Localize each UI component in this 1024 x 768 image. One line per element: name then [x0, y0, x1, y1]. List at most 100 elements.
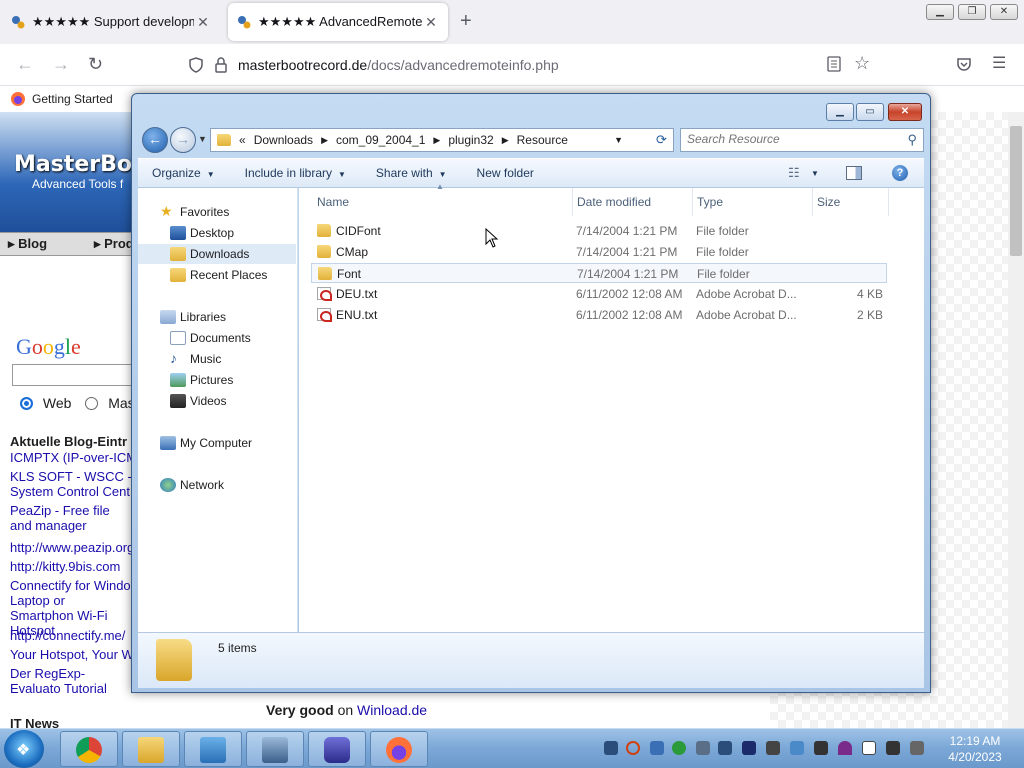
search-input[interactable]: [687, 132, 897, 146]
column-header-type[interactable]: Type: [693, 188, 813, 216]
tray-film-icon[interactable]: [766, 741, 780, 755]
tray-app-icon[interactable]: [650, 741, 664, 755]
new-folder-button[interactable]: New folder: [477, 166, 534, 180]
share-with-button[interactable]: Share with ▼: [376, 166, 447, 180]
breadcrumb-com_09_2004_1[interactable]: com_09_2004_1: [336, 133, 425, 147]
forward-arrow-icon[interactable]: →: [52, 54, 70, 75]
nav-desktop[interactable]: Desktop: [138, 223, 296, 243]
file-row[interactable]: DEU.txt 6/11/2002 12:08 AM Adobe Acrobat…: [311, 284, 887, 304]
network-status-icon[interactable]: [886, 741, 900, 755]
file-row[interactable]: Font 7/14/2004 1:21 PM File folder: [311, 263, 887, 283]
column-header-size[interactable]: Size: [813, 188, 889, 216]
search-icon[interactable]: ⚲: [907, 132, 917, 148]
tray-umbrella-icon[interactable]: [838, 741, 852, 755]
nav-my-computer[interactable]: My Computer: [138, 433, 296, 453]
reload-icon[interactable]: ↻: [88, 54, 103, 75]
column-header-date[interactable]: Date modified: [573, 188, 693, 216]
shield-icon[interactable]: [188, 57, 204, 73]
close-tab-icon[interactable]: ✕: [194, 14, 212, 31]
reader-view-icon[interactable]: [827, 56, 841, 72]
winload-link[interactable]: Winload.de: [357, 702, 427, 718]
browser-tab-advancedremoteinfo[interactable]: ★★★★★ AdvancedRemoteInfo ✕: [228, 3, 448, 41]
chevron-right-icon[interactable]: ▶: [433, 135, 440, 146]
nav-recent-places[interactable]: Recent Places: [138, 265, 296, 285]
forward-arrow-icon[interactable]: →: [170, 127, 196, 153]
taskbar-chrome[interactable]: [60, 731, 118, 767]
view-options-icon[interactable]: ☷: [788, 165, 800, 181]
nav-libraries[interactable]: Libraries: [138, 307, 296, 327]
browser-minimize-button[interactable]: ▁: [926, 4, 954, 20]
browser-close-button[interactable]: ✕: [990, 4, 1018, 20]
breadcrumb-resource[interactable]: Resource: [517, 133, 568, 147]
explorer-maximize-button[interactable]: ▭: [856, 103, 884, 121]
nav-videos[interactable]: Videos: [138, 391, 296, 411]
blog-link[interactable]: PeaZip - Free file and manager: [10, 503, 132, 533]
preview-pane-icon[interactable]: [846, 166, 862, 180]
view-dropdown-icon[interactable]: ▼: [811, 169, 819, 178]
nav-network[interactable]: Network: [138, 475, 296, 495]
taskbar-app-check[interactable]: [184, 731, 242, 767]
url-bar[interactable]: masterbootrecord.de/docs/advancedremotei…: [180, 50, 880, 80]
action-center-flag-icon[interactable]: [862, 741, 876, 755]
radio-master[interactable]: [85, 397, 99, 410]
taskbar-firefox[interactable]: [370, 731, 428, 767]
browser-tab-support[interactable]: ★★★★★ Support development ✕: [2, 3, 220, 41]
breadcrumb-downloads[interactable]: Downloads: [254, 133, 313, 147]
browser-maximize-button[interactable]: ❐: [958, 4, 986, 20]
radio-web[interactable]: [20, 397, 33, 410]
file-row[interactable]: ENU.txt 6/11/2002 12:08 AM Adobe Acrobat…: [311, 305, 887, 325]
page-scrollbar-thumb[interactable]: [1010, 126, 1022, 256]
blog-link[interactable]: Der RegExp-Evaluato Tutorial: [10, 666, 132, 696]
file-row[interactable]: CMap 7/14/2004 1:21 PM File folder: [311, 242, 887, 262]
site-logo[interactable]: MasterBoo: [14, 152, 147, 177]
pocket-icon[interactable]: [956, 56, 972, 72]
file-date: 6/11/2002 12:08 AM: [576, 308, 683, 322]
nav-documents[interactable]: Documents: [138, 328, 296, 348]
nav-favorites[interactable]: ★ Favorites: [138, 202, 296, 222]
bookmark-getting-started[interactable]: Getting Started: [32, 92, 113, 106]
explorer-close-button[interactable]: ✕: [888, 103, 922, 121]
taskbar-explorer[interactable]: [122, 731, 180, 767]
menu-item-products[interactable]: ▸ Prod: [94, 233, 134, 255]
tray-chat-icon[interactable]: [672, 741, 686, 755]
include-in-library-button[interactable]: Include in library ▼: [245, 166, 346, 180]
explorer-minimize-button[interactable]: ▁: [826, 103, 854, 121]
address-bar[interactable]: « Downloads ▶ com_09_2004_1 ▶ plugin32 ▶…: [210, 128, 654, 152]
chevron-right-icon[interactable]: ▶: [502, 135, 509, 146]
organize-button[interactable]: Organize ▼: [152, 166, 215, 180]
refresh-icon[interactable]: ⟳: [650, 128, 674, 152]
bookmark-star-icon[interactable]: ☆: [854, 53, 870, 74]
system-clock[interactable]: 12:19 AM 4/20/2023: [940, 733, 1010, 765]
close-tab-icon[interactable]: ✕: [422, 14, 440, 31]
file-row[interactable]: CIDFont 7/14/2004 1:21 PM File folder: [311, 221, 887, 241]
tray-tools-icon[interactable]: [814, 741, 828, 755]
history-dropdown-icon[interactable]: ▼: [198, 134, 207, 144]
nav-music[interactable]: ♪ Music: [138, 349, 296, 369]
google-search-input[interactable]: [12, 364, 142, 386]
taskbar-app-arch[interactable]: [308, 731, 366, 767]
chevron-right-icon[interactable]: ▶: [321, 135, 328, 146]
start-button[interactable]: ❖: [4, 730, 44, 768]
taskbar-app-network[interactable]: [246, 731, 304, 767]
lock-icon[interactable]: [214, 57, 228, 73]
column-header-name[interactable]: Name: [313, 188, 573, 216]
blog-link[interactable]: KLS SOFT - WSCC - System Control Cent: [10, 469, 132, 499]
back-arrow-icon[interactable]: ←: [16, 54, 34, 75]
help-icon[interactable]: ?: [892, 165, 908, 181]
menu-item-blog[interactable]: ▸ Blog: [8, 233, 47, 255]
breadcrumb-overflow[interactable]: «: [239, 133, 246, 147]
nav-downloads[interactable]: Downloads: [138, 244, 296, 264]
tray-app-icon[interactable]: [718, 741, 732, 755]
back-arrow-icon[interactable]: ←: [142, 127, 168, 153]
hamburger-menu-icon[interactable]: ☰: [992, 53, 1006, 73]
volume-muted-icon[interactable]: [910, 741, 924, 755]
tray-app-icon[interactable]: [604, 741, 618, 755]
new-tab-button[interactable]: +: [460, 10, 472, 33]
tray-app-icon[interactable]: [790, 741, 804, 755]
tray-drive-icon[interactable]: [696, 741, 710, 755]
breadcrumb-plugin32[interactable]: plugin32: [448, 133, 493, 147]
nav-pictures[interactable]: Pictures: [138, 370, 296, 390]
tray-arch-icon[interactable]: [742, 741, 756, 755]
address-dropdown-icon[interactable]: ▼: [614, 135, 623, 145]
tray-search-icon[interactable]: [626, 741, 640, 755]
